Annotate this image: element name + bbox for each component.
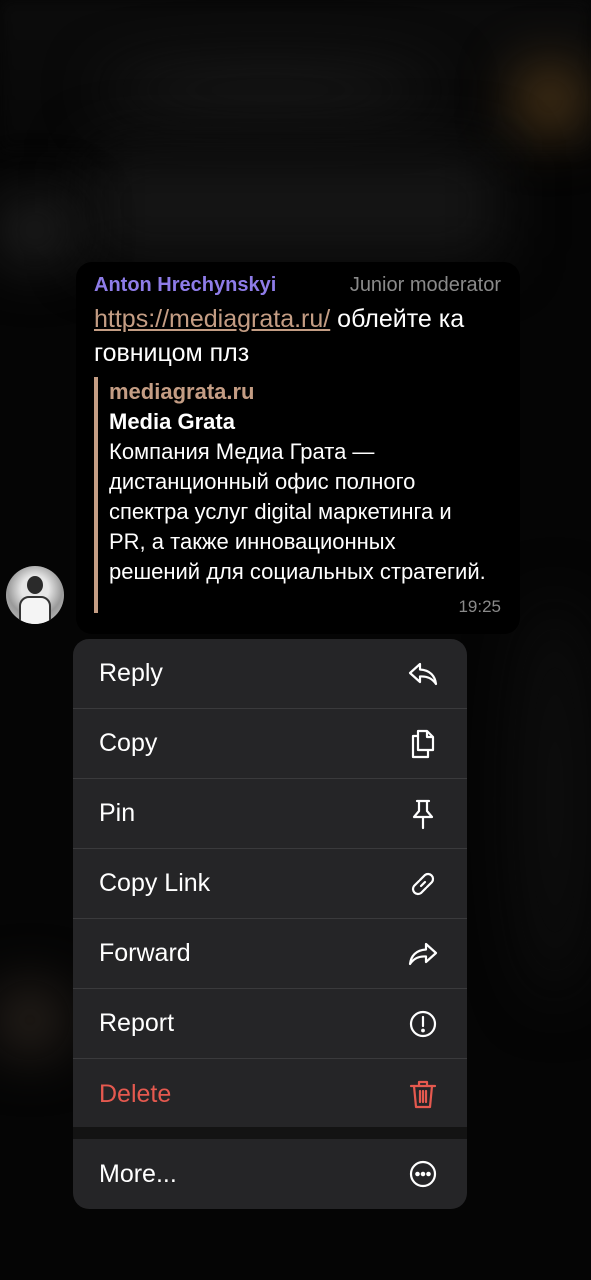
- report-label: Report: [99, 1009, 175, 1037]
- pin-icon: [407, 798, 439, 830]
- copy-icon: [407, 728, 439, 760]
- avatar[interactable]: [6, 566, 64, 624]
- message-text: https://mediagrata.ru/ облейте ка говниц…: [94, 302, 508, 370]
- blurred-avatar: [0, 200, 70, 260]
- more-label: More...: [99, 1159, 177, 1188]
- forward-menu-item[interactable]: Forward: [73, 919, 467, 989]
- preview-description: Компания Медиа Грата — дистанционный офи…: [109, 439, 486, 584]
- reply-menu-item[interactable]: Reply: [73, 639, 467, 709]
- copy-label: Copy: [99, 729, 158, 757]
- blurred-avatar: [0, 990, 60, 1050]
- delete-label: Delete: [99, 1079, 172, 1108]
- link-preview[interactable]: mediagrata.ru Media Grata Компания Медиа…: [94, 377, 506, 613]
- preview-title: Media Grata: [109, 409, 235, 434]
- pin-menu-item[interactable]: Pin: [73, 779, 467, 849]
- link-icon: [407, 868, 439, 900]
- preview-site: mediagrata.ru: [109, 379, 255, 404]
- message-author[interactable]: Anton Hrechynskyi: [94, 274, 276, 297]
- blurred-title: [100, 70, 440, 110]
- forward-icon: [407, 938, 439, 970]
- message-link[interactable]: https://mediagrata.ru/: [94, 305, 330, 333]
- message-time: 19:25: [458, 597, 501, 616]
- forward-label: Forward: [99, 939, 191, 967]
- copy-menu-item[interactable]: Copy: [73, 709, 467, 779]
- menu-separator: [73, 1127, 467, 1139]
- author-role: Junior moderator: [349, 274, 501, 296]
- report-menu-item[interactable]: Report: [73, 989, 467, 1059]
- copy-link-label: Copy Link: [99, 869, 211, 897]
- blurred-avatar: [520, 70, 580, 130]
- reply-label: Reply: [99, 659, 163, 687]
- reply-icon: [407, 658, 439, 690]
- delete-menu-item[interactable]: Delete: [73, 1059, 467, 1129]
- more-icon: [407, 1158, 439, 1190]
- more-menu-item[interactable]: More...: [73, 1139, 467, 1209]
- pin-label: Pin: [99, 799, 136, 827]
- blurred-message: [520, 600, 590, 1000]
- report-icon: [407, 1008, 439, 1040]
- context-menu: Reply Copy Pin Copy Link Forward Report: [73, 639, 467, 1209]
- trash-icon: [407, 1078, 439, 1110]
- blurred-message: [90, 150, 500, 260]
- copy-link-menu-item[interactable]: Copy Link: [73, 849, 467, 919]
